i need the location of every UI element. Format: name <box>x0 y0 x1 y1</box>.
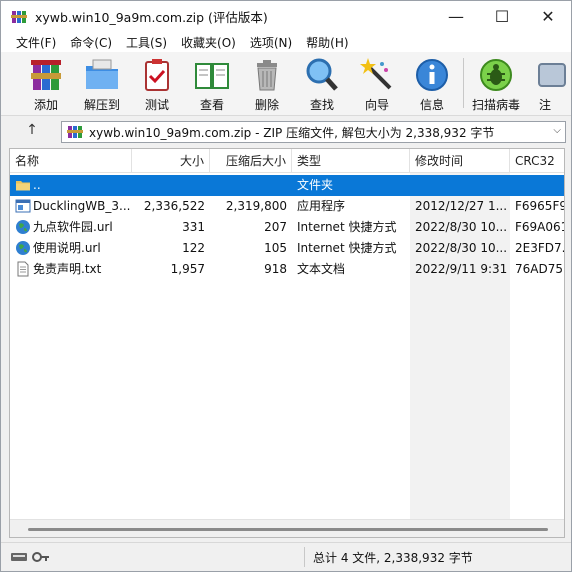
row-modified: 2022/9/11 9:31 <box>415 262 508 276</box>
bug-scan-icon <box>480 59 512 91</box>
comment-icon <box>538 63 566 87</box>
title-bar: xywb.win10_9a9m.com.zip (评估版本) — ☐ ✕ <box>1 1 571 32</box>
virus-scan-button[interactable]: 扫描病毒 <box>471 56 521 114</box>
test-button[interactable]: 测试 <box>132 56 182 114</box>
row-name: .. <box>33 178 41 192</box>
row-size: 331 <box>182 220 205 234</box>
row-type: Internet 快捷方式 <box>297 220 397 234</box>
table-row[interactable]: 九点软件园.url 331 207 Internet 快捷方式 2022/8/3… <box>10 217 565 238</box>
menu-commands[interactable]: 命令(C) <box>63 34 119 51</box>
row-name: DucklingWB_3... <box>33 199 131 213</box>
row-modified: 2022/8/30 10... <box>415 220 508 234</box>
status-summary: 总计 4 文件, 2,338,932 字节 <box>313 551 473 565</box>
find-label: 查找 <box>309 98 334 112</box>
row-name: 免责声明.txt <box>33 262 102 276</box>
column-modified[interactable]: 修改时间 <box>410 149 510 173</box>
row-packed-size: 207 <box>264 220 287 234</box>
row-crc32: 2E3FD7. <box>515 241 565 255</box>
row-packed-size: 105 <box>264 241 287 255</box>
book-view-icon <box>195 63 229 89</box>
status-separator <box>304 547 305 567</box>
row-name: 使用说明.url <box>33 241 101 255</box>
address-row: ↑ xywb.win10_9a9m.com.zip - ZIP 压缩文件, 解包… <box>1 117 571 145</box>
row-packed-size: 2,319,800 <box>225 199 287 213</box>
table-row[interactable]: 免责声明.txt 1,957 918 文本文档 2022/9/11 9:31 7… <box>10 259 564 280</box>
virus-scan-label: 扫描病毒 <box>471 98 520 112</box>
menu-favorites[interactable]: 收藏夹(O) <box>174 34 243 51</box>
row-type: 文件夹 <box>297 178 334 192</box>
toolbar: 添加 解压到 测试 查看 删除 查找 向导 信息 扫描病毒 注 <box>1 52 571 116</box>
find-button[interactable]: 查找 <box>297 56 347 114</box>
menu-options[interactable]: 选项(N) <box>243 34 299 51</box>
status-bar: 总计 4 文件, 2,338,932 字节 <box>1 542 571 571</box>
column-packed-size[interactable]: 压缩后大小 <box>210 149 292 173</box>
info-button[interactable]: 信息 <box>407 56 457 114</box>
info-label: 信息 <box>419 98 444 112</box>
magic-wand-icon <box>360 58 392 90</box>
row-type: 文本文档 <box>297 262 346 276</box>
winrar-app-icon <box>11 9 27 25</box>
column-header: 名称 大小 压缩后大小 类型 修改时间 CRC32 <box>10 149 564 173</box>
row-size: 1,957 <box>170 262 205 276</box>
scrollbar-thumb[interactable] <box>28 528 548 531</box>
row-packed-size: 918 <box>264 262 287 276</box>
menu-tools[interactable]: 工具(S) <box>119 34 174 51</box>
horizontal-scrollbar[interactable] <box>10 519 564 537</box>
address-text: xywb.win10_9a9m.com.zip - ZIP 压缩文件, 解包大小… <box>89 125 495 140</box>
folder-extract-icon <box>86 59 118 89</box>
menu-file[interactable]: 文件(F) <box>9 34 63 51</box>
table-row[interactable]: 使用说明.url 122 105 Internet 快捷方式 2022/8/30… <box>10 238 565 259</box>
row-size: 2,336,522 <box>143 199 205 213</box>
comment-label: 注 <box>539 98 552 112</box>
row-modified: 2022/8/30 10... <box>415 241 508 255</box>
archive-icon <box>67 124 83 140</box>
extract-button[interactable]: 解压到 <box>77 56 127 114</box>
winrar-window: xywb.win10_9a9m.com.zip (评估版本) — ☐ ✕ 文件(… <box>0 0 572 572</box>
view-label: 查看 <box>199 98 224 112</box>
row-type: Internet 快捷方式 <box>297 241 397 255</box>
window-controls: — ☐ ✕ <box>433 1 571 32</box>
magnifier-icon <box>306 58 338 91</box>
trash-icon <box>257 60 277 91</box>
wizard-button[interactable]: 向导 <box>352 56 402 114</box>
address-dropdown-icon[interactable]: ⌵ <box>553 125 561 136</box>
up-folder-button[interactable]: ↑ <box>23 122 41 140</box>
address-bar[interactable]: xywb.win10_9a9m.com.zip - ZIP 压缩文件, 解包大小… <box>61 121 566 143</box>
wizard-label: 向导 <box>364 98 389 112</box>
row-crc32: F69A061 <box>515 220 565 234</box>
table-row[interactable]: DucklingWB_3... 2,336,522 2,319,800 应用程序… <box>10 196 565 217</box>
row-crc32: 76AD75 <box>515 262 563 276</box>
test-label: 测试 <box>144 98 169 112</box>
row-name: 九点软件园.url <box>33 220 113 234</box>
column-name[interactable]: 名称 <box>10 149 132 173</box>
menu-bar: 文件(F) 命令(C) 工具(S) 收藏夹(O) 选项(N) 帮助(H) <box>1 32 571 52</box>
toolbar-separator <box>463 58 464 108</box>
column-size[interactable]: 大小 <box>132 149 210 173</box>
row-type: 应用程序 <box>297 199 346 213</box>
drive-key-icon <box>11 550 51 564</box>
column-type[interactable]: 类型 <box>292 149 410 173</box>
row-size: 122 <box>182 241 205 255</box>
archive-add-icon <box>31 60 61 90</box>
menu-help[interactable]: 帮助(H) <box>299 34 355 51</box>
delete-button[interactable]: 删除 <box>242 56 292 114</box>
add-label: 添加 <box>33 98 58 112</box>
add-button[interactable]: 添加 <box>21 56 71 114</box>
table-row[interactable]: .. 文件夹 <box>10 175 564 196</box>
close-button[interactable]: ✕ <box>525 1 571 32</box>
window-title: xywb.win10_9a9m.com.zip (评估版本) <box>35 10 268 25</box>
file-list: 名称 大小 压缩后大小 类型 修改时间 CRC32 .. 文件夹 Ducklin… <box>9 148 565 538</box>
delete-label: 删除 <box>254 98 279 112</box>
row-crc32: F6965F9 <box>515 199 565 213</box>
comment-button[interactable]: 注 <box>529 56 569 114</box>
info-icon <box>416 59 448 91</box>
minimize-button[interactable]: — <box>433 1 479 32</box>
row-modified: 2012/12/27 1... <box>415 199 508 213</box>
extract-label: 解压到 <box>83 98 120 112</box>
clipboard-check-icon <box>145 59 169 91</box>
maximize-button[interactable]: ☐ <box>479 1 525 32</box>
view-button[interactable]: 查看 <box>187 56 237 114</box>
column-crc32[interactable]: CRC32 <box>510 149 564 173</box>
